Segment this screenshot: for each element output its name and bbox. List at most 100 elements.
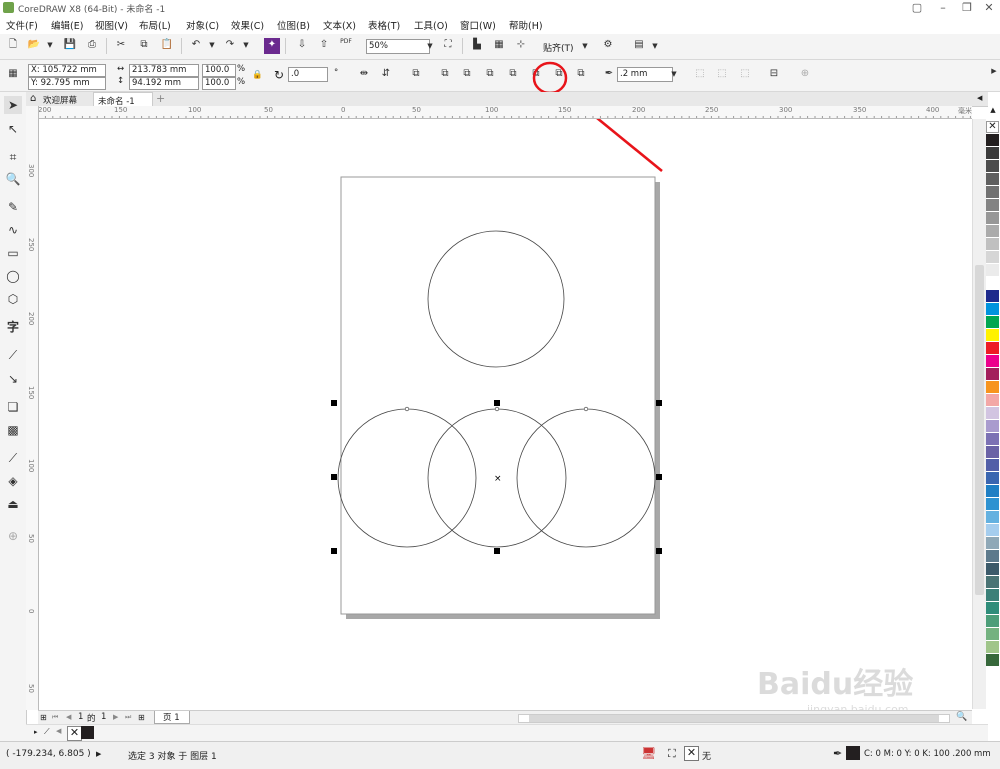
palette-swatch[interactable]	[986, 537, 999, 550]
app-launcher-dropdown-icon[interactable]: ▼	[647, 39, 663, 55]
paste-icon[interactable]: 📋	[159, 38, 175, 54]
black-swatch[interactable]	[81, 726, 94, 739]
palette-swatch[interactable]	[986, 420, 999, 433]
palette-swatch[interactable]	[986, 303, 999, 316]
palette-swatch[interactable]	[986, 342, 999, 355]
palette-swatch[interactable]	[986, 641, 999, 654]
options-gear-icon[interactable]: ⚙	[600, 38, 616, 54]
ungroup-all-icon[interactable]: ⬚	[737, 67, 753, 83]
redo-icon[interactable]: ↷	[222, 38, 238, 54]
rectangle-tool-icon[interactable]: ▭	[4, 244, 22, 262]
align-distribute-icon[interactable]: ⊟	[766, 67, 782, 83]
tab-document[interactable]: 未命名 -1	[93, 92, 153, 107]
palette-menu-icon[interactable]: ▸	[34, 728, 38, 736]
drop-shadow-icon[interactable]: ❏	[4, 398, 22, 416]
palette-swatch[interactable]	[986, 433, 999, 446]
palette-swatch[interactable]	[986, 654, 999, 667]
horizontal-ruler[interactable]: 200 150 100 50 0 50 100 150 200 250 300 …	[38, 106, 972, 119]
text-tool-icon[interactable]: 字	[4, 318, 22, 336]
vertical-scrollbar[interactable]	[972, 119, 986, 709]
publish-pdf-icon[interactable]: PDF	[338, 38, 354, 54]
palette-swatch[interactable]	[986, 472, 999, 485]
ellipse-tool-icon[interactable]: ◯	[4, 267, 22, 285]
weld-icon[interactable]: ⧉	[459, 67, 475, 83]
last-page-icon[interactable]: ⏭	[125, 713, 131, 722]
user-icon[interactable]: ▢	[906, 0, 928, 15]
palette-swatch[interactable]	[986, 329, 999, 342]
menu-bitmap[interactable]: 位图(B)	[277, 18, 310, 32]
artistic-media-icon[interactable]: ∿	[4, 221, 22, 239]
palette-swatch[interactable]	[986, 459, 999, 472]
polygon-tool-icon[interactable]: ⬡	[4, 290, 22, 308]
handle-top-right[interactable]	[656, 400, 662, 406]
palette-swatch[interactable]	[986, 251, 999, 264]
no-fill-swatch[interactable]: ✕	[67, 726, 82, 741]
palette-swatch[interactable]	[986, 628, 999, 641]
menu-file[interactable]: 文件(F)	[6, 18, 38, 32]
palette-swatch[interactable]	[986, 550, 999, 563]
menu-tools[interactable]: 工具(O)	[414, 18, 448, 32]
palette-swatch[interactable]	[986, 485, 999, 498]
menu-layout[interactable]: 布局(L)	[139, 18, 171, 32]
object-origin-icon[interactable]: ▦	[5, 67, 21, 83]
crop-tool-icon[interactable]: ⌗	[4, 148, 22, 166]
node-marker[interactable]	[494, 406, 500, 412]
freehand-tool-icon[interactable]: ✎	[4, 198, 22, 216]
vertical-scroll-thumb[interactable]	[975, 265, 984, 595]
outline-width-field[interactable]: .2 mm	[617, 67, 673, 82]
palette-swatch[interactable]	[986, 199, 999, 212]
shape-tool-icon[interactable]: ↖	[4, 120, 22, 138]
minimize-button[interactable]: –	[932, 0, 954, 15]
palette-swatch[interactable]	[986, 355, 999, 368]
menu-edit[interactable]: 编辑(E)	[51, 18, 83, 32]
pick-tool-icon[interactable]: ➤	[4, 96, 22, 114]
handle-top-center[interactable]	[494, 400, 500, 406]
palette-swatch[interactable]	[986, 602, 999, 615]
menu-view[interactable]: 视图(V)	[95, 18, 128, 32]
eyedropper-icon[interactable]: ⟋	[4, 449, 22, 467]
mirror-vertical-icon[interactable]: ⇵	[378, 67, 394, 83]
undo-icon[interactable]: ↶	[188, 38, 204, 54]
copy-icon[interactable]: ⧉	[136, 38, 152, 54]
page-options-icon[interactable]: ⊞	[40, 713, 47, 722]
palette-swatch[interactable]	[986, 238, 999, 251]
menu-text[interactable]: 文本(X)	[323, 18, 356, 32]
open-dropdown-icon[interactable]: ▼	[42, 38, 58, 54]
palette-swatch[interactable]	[986, 589, 999, 602]
handle-bottom-center[interactable]	[494, 548, 500, 554]
palette-swatch[interactable]	[986, 186, 999, 199]
current-page[interactable]: 1	[78, 712, 83, 722]
rotation-field[interactable]: .0	[288, 67, 328, 82]
create-boundary-icon[interactable]: ⬚	[692, 67, 708, 83]
node-marker[interactable]	[404, 406, 410, 412]
full-screen-icon[interactable]: ⛶	[440, 38, 456, 54]
palette-swatch[interactable]	[986, 316, 999, 329]
palette-swatch[interactable]	[986, 368, 999, 381]
zoom-level-field[interactable]: 50%	[366, 39, 430, 54]
width-field[interactable]: 213.783 mm	[129, 64, 199, 77]
outline-color-swatch[interactable]	[846, 746, 860, 760]
print-icon[interactable]: ⎙	[84, 38, 100, 54]
palette-swatch[interactable]	[986, 225, 999, 238]
palette-swatch[interactable]	[986, 147, 999, 160]
palette-swatch[interactable]	[986, 576, 999, 589]
interactive-fill-icon[interactable]: ◈	[4, 472, 22, 490]
horizontal-scrollbar[interactable]	[518, 714, 950, 723]
handle-bottom-left[interactable]	[331, 548, 337, 554]
scale-height-field[interactable]: 100.0	[202, 77, 236, 90]
no-color-swatch[interactable]: ✕	[986, 121, 999, 133]
ungroup-icon[interactable]: ⬚	[714, 67, 730, 83]
search-content-icon[interactable]: ✦	[264, 38, 280, 54]
more-icon[interactable]: ▶	[986, 64, 1000, 80]
new-document-icon[interactable]: 🗋	[5, 38, 21, 54]
palette-swatch[interactable]	[986, 134, 999, 147]
snap-dropdown-icon[interactable]: ▼	[577, 39, 593, 55]
fill-none-swatch[interactable]: ✕	[684, 746, 699, 761]
show-rulers-icon[interactable]: ▙	[469, 38, 485, 54]
handle-top-left[interactable]	[331, 400, 337, 406]
vertical-ruler[interactable]: 300 250 200 150 100 50 0 50	[26, 106, 39, 710]
palette-swatch[interactable]	[986, 290, 999, 303]
new-tab-icon[interactable]: +	[156, 92, 165, 105]
node-marker[interactable]	[583, 406, 589, 412]
height-field[interactable]: 94.192 mm	[129, 77, 199, 90]
